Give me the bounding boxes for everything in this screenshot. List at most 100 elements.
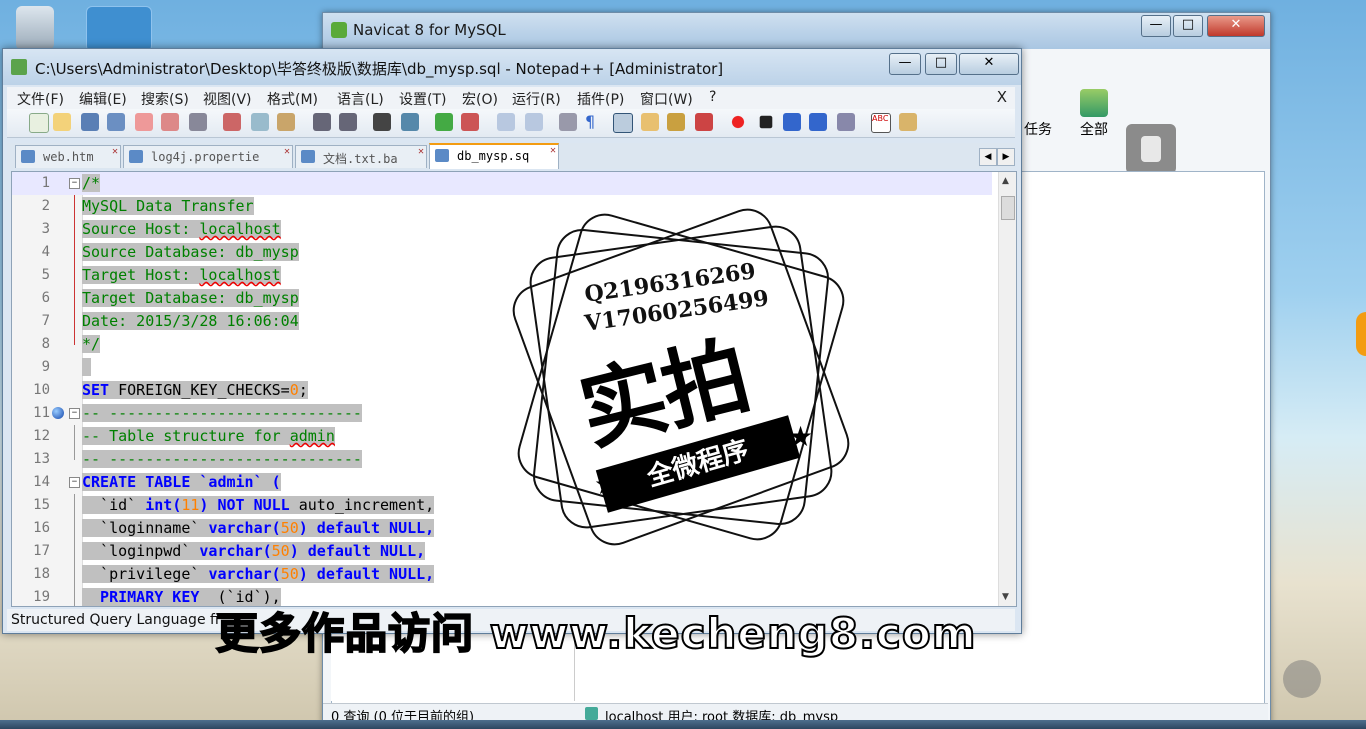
code-text: ( [271, 565, 281, 583]
minimize-button[interactable]: — [1141, 15, 1171, 37]
udl-icon[interactable] [641, 113, 659, 131]
close-button[interactable]: ✕ [1207, 15, 1265, 37]
undo-icon[interactable] [313, 113, 331, 131]
sync-h-icon[interactable] [525, 113, 543, 131]
tab-db-mysp[interactable]: db_mysp.sq ✕ [429, 143, 559, 169]
line-number: 8 [41, 336, 50, 352]
fold-guide [74, 586, 75, 606]
function-list-icon[interactable] [695, 113, 713, 131]
code-text: /* [82, 174, 101, 192]
code-text: ( [262, 542, 272, 560]
close-all-icon[interactable] [161, 113, 179, 131]
fold-minus-icon[interactable]: − [69, 408, 80, 419]
npp-minimize-button[interactable]: — [889, 53, 921, 75]
zoom-out-icon[interactable] [461, 113, 479, 131]
tab-scroll-left-icon[interactable]: ◀ [979, 148, 997, 166]
code-text: `privilege` [82, 565, 209, 583]
replace-icon[interactable] [401, 113, 419, 131]
play-macro-icon[interactable] [783, 113, 801, 131]
fold-guide [74, 517, 75, 540]
save-macro-icon[interactable] [837, 113, 855, 131]
spellcheck-icon[interactable]: ABC [871, 113, 891, 133]
menu-edit[interactable]: 编辑(E) [79, 89, 127, 109]
npp-title: C:\Users\Administrator\Desktop\毕答终极版\数据库… [35, 60, 724, 78]
open-file-icon[interactable] [53, 113, 71, 131]
close-icon[interactable] [135, 113, 153, 131]
save-icon[interactable] [81, 113, 99, 131]
menu-macro[interactable]: 宏(O) [462, 89, 498, 109]
menu-settings[interactable]: 设置(T) [399, 89, 446, 109]
paste-icon[interactable] [277, 113, 295, 131]
scroll-down-icon[interactable]: ▼ [1002, 592, 1009, 602]
new-file-icon[interactable] [29, 113, 49, 133]
all-button[interactable]: 全部 [1069, 83, 1119, 139]
zoom-in-icon[interactable] [435, 113, 453, 131]
cut-icon[interactable] [223, 113, 241, 131]
fold-minus-icon[interactable]: − [69, 477, 80, 488]
code-text: Source Database: db_mysp [82, 243, 299, 261]
fold-guide [74, 494, 75, 517]
tab-log4j[interactable]: log4j.propertie ✕ [123, 145, 293, 168]
line-number: 5 [41, 267, 50, 283]
word-wrap-icon[interactable] [559, 113, 577, 131]
plugin-icon[interactable] [899, 113, 917, 131]
menu-file[interactable]: 文件(F) [17, 89, 64, 109]
tab-close-icon[interactable]: ✕ [418, 146, 424, 157]
run-macro-multi-icon[interactable] [809, 113, 827, 131]
recycle-bin-icon[interactable] [16, 6, 54, 50]
save-all-icon[interactable] [107, 113, 125, 131]
close-doc-button[interactable]: X [997, 88, 1007, 106]
side-widget-icon[interactable] [1356, 312, 1366, 356]
stop-macro-icon[interactable] [759, 115, 773, 129]
menu-run[interactable]: 运行(R) [512, 89, 561, 109]
code-text: 50 [271, 542, 290, 560]
fold-minus-icon[interactable]: − [69, 178, 80, 189]
menu-window[interactable]: 窗口(W) [640, 89, 693, 109]
site-watermark: 更多作品访问 www.kecheng8.com [215, 608, 977, 659]
npp-toolbar: ¶ ABC [7, 109, 1015, 138]
desktop-app-icon[interactable] [86, 6, 152, 52]
print-icon[interactable] [189, 113, 207, 131]
bookmark-icon[interactable] [52, 407, 64, 419]
sync-v-icon[interactable] [497, 113, 515, 131]
show-all-chars-icon[interactable]: ¶ [585, 113, 603, 131]
tab-label: 文档.txt.ba [323, 152, 398, 166]
find-icon[interactable] [373, 113, 391, 131]
tab-close-icon[interactable]: ✕ [550, 145, 556, 156]
code-text: Target Database: db_mysp [82, 289, 299, 307]
scroll-thumb[interactable] [1001, 196, 1015, 220]
menu-search[interactable]: 搜索(S) [141, 89, 189, 109]
record-macro-icon[interactable] [729, 113, 747, 131]
copy-icon[interactable] [251, 113, 269, 131]
usb-drive-icon[interactable] [1126, 124, 1176, 174]
tab-scroll-right-icon[interactable]: ▶ [997, 148, 1015, 166]
redo-icon[interactable] [339, 113, 357, 131]
code-text: localhost [199, 266, 281, 284]
vertical-scrollbar[interactable]: ▲ ▼ [998, 172, 1016, 606]
code-text: `loginname` [82, 519, 209, 537]
npp-close-button[interactable]: ✕ [959, 53, 1019, 75]
menu-view[interactable]: 视图(V) [203, 89, 252, 109]
tab-close-icon[interactable]: ✕ [284, 146, 290, 157]
menu-language[interactable]: 语言(L) [337, 89, 384, 109]
tab-close-icon[interactable]: ✕ [112, 146, 118, 157]
maximize-button[interactable]: □ [1173, 15, 1203, 37]
tab-label: web.htm [43, 150, 94, 164]
scroll-up-icon[interactable]: ▲ [1002, 176, 1009, 186]
menu-plugins[interactable]: 插件(P) [577, 89, 624, 109]
code-text: -- Table structure for [82, 427, 290, 445]
line-number: 11 [33, 405, 50, 421]
npp-maximize-button[interactable]: □ [925, 53, 957, 75]
tab-web-htm[interactable]: web.htm ✕ [15, 145, 121, 168]
tab-doc-txt[interactable]: 文档.txt.ba ✕ [295, 145, 427, 168]
doc-map-icon[interactable] [667, 113, 685, 131]
line-number: 14 [33, 474, 50, 490]
indent-guide-icon[interactable] [613, 113, 633, 133]
code-text: */ [82, 335, 101, 353]
fold-guide [74, 425, 75, 448]
fold-guide [74, 241, 75, 264]
menu-format[interactable]: 格式(M) [267, 89, 318, 109]
menu-help[interactable]: ? [709, 89, 716, 105]
code-text: varchar [199, 542, 263, 560]
floating-screen-icon[interactable] [1283, 660, 1321, 698]
